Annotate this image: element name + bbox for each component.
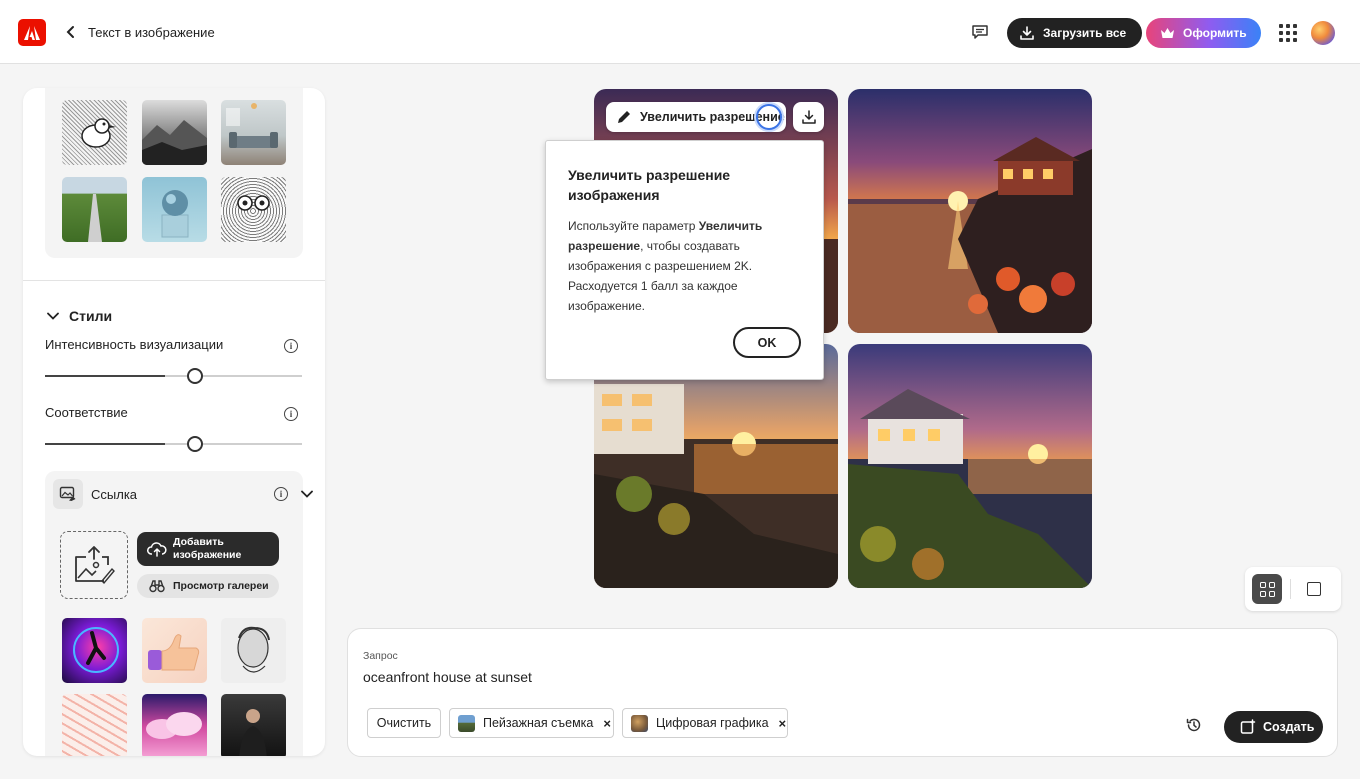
grid-view-icon[interactable] xyxy=(1252,574,1282,604)
browse-gallery-label: Просмотр галереи xyxy=(173,580,269,592)
generated-image-2[interactable] xyxy=(848,89,1092,333)
reference-thumbnail-pattern[interactable] xyxy=(62,694,127,756)
visual-intensity-label: Интенсивность визуализации xyxy=(45,337,224,352)
prompt-label: Запрос xyxy=(363,650,398,662)
style-chip-landscape[interactable]: Пейзажная съемка × xyxy=(449,708,614,738)
add-image-label-line1: Добавить xyxy=(173,536,224,549)
download-icon xyxy=(1020,26,1034,40)
info-icon[interactable]: i xyxy=(284,339,298,353)
chevron-down-icon[interactable] xyxy=(301,490,313,498)
generated-image-4[interactable] xyxy=(848,344,1092,588)
generate-button[interactable]: Создать xyxy=(1224,711,1323,743)
remove-chip-icon[interactable]: × xyxy=(779,716,787,731)
upscale-info-popover: Увеличить разрешение изображения Использ… xyxy=(545,140,824,380)
popover-title: Увеличить разрешение изображения xyxy=(568,167,731,203)
reference-icon xyxy=(53,479,83,509)
reference-thumbnail-portrait[interactable] xyxy=(221,694,286,756)
ok-button[interactable]: OK xyxy=(733,327,801,358)
thumbnail-bird-sketch[interactable] xyxy=(62,100,127,165)
generate-image-icon xyxy=(1240,719,1256,734)
pencil-icon xyxy=(618,111,630,123)
chip-thumbnail xyxy=(631,714,648,732)
app-header: Текст в изображение Загрузить все Оформи… xyxy=(0,0,1360,64)
remove-chip-icon[interactable]: × xyxy=(603,716,611,731)
view-toggle xyxy=(1245,567,1341,611)
popover-body: Используйте параметр Увеличить разрешени… xyxy=(568,216,801,316)
thumbnail-living-room[interactable] xyxy=(221,100,286,165)
back-chevron-icon[interactable] xyxy=(64,24,78,40)
upload-image-icon xyxy=(75,546,115,585)
chip-thumbnail xyxy=(458,714,475,732)
toggle-divider xyxy=(1290,579,1291,599)
chip-label: Цифровая графика xyxy=(656,716,769,730)
generated-image-3[interactable] xyxy=(594,344,838,588)
download-icon xyxy=(801,110,816,124)
panel-divider xyxy=(23,280,325,281)
crown-icon xyxy=(1161,28,1174,38)
reference-section: Ссылка i Добавить изображение Просмотр г… xyxy=(45,471,313,756)
thumbnail-owl-pattern[interactable] xyxy=(221,177,286,242)
adobe-logo-icon[interactable] xyxy=(18,19,46,46)
slider-fill xyxy=(45,375,165,377)
styles-title: Стили xyxy=(69,308,113,324)
clear-button[interactable]: Очистить xyxy=(367,708,441,738)
slider-handle[interactable] xyxy=(187,368,203,384)
prompt-input[interactable]: oceanfront house at sunset xyxy=(363,669,532,685)
upgrade-label: Оформить xyxy=(1183,26,1247,40)
feedback-icon[interactable] xyxy=(970,22,990,42)
slider-fill xyxy=(45,443,165,445)
avatar[interactable] xyxy=(1311,21,1335,45)
upgrade-button[interactable]: Оформить xyxy=(1146,18,1261,48)
thumbnail-3d-sphere[interactable] xyxy=(142,177,207,242)
settings-panel: Стили Интенсивность визуализации i Соотв… xyxy=(23,88,325,756)
download-all-label: Загрузить все xyxy=(1043,26,1127,40)
add-image-label-line2: изображение xyxy=(173,549,242,561)
apps-grid-icon[interactable] xyxy=(1279,24,1297,42)
info-icon[interactable]: i xyxy=(274,487,288,501)
history-icon[interactable] xyxy=(1186,717,1202,733)
reference-thumbnail-clouds[interactable] xyxy=(142,694,207,756)
cloud-upload-icon xyxy=(147,542,167,557)
prompt-bar: Запрос oceanfront house at sunset Очисти… xyxy=(347,628,1338,757)
match-slider[interactable] xyxy=(45,436,302,452)
info-icon[interactable]: i xyxy=(284,407,298,421)
reference-thumbnail-thumbs-up[interactable] xyxy=(142,618,207,683)
effects-thumbnails xyxy=(45,88,303,258)
browse-gallery-button[interactable]: Просмотр галереи xyxy=(137,574,279,598)
focus-indicator xyxy=(756,104,782,130)
reference-thumbnail-neon-figure[interactable] xyxy=(62,618,127,683)
thumbnail-field-road[interactable] xyxy=(62,177,127,242)
single-view-icon[interactable] xyxy=(1307,582,1321,596)
visual-intensity-slider[interactable] xyxy=(45,368,302,384)
chip-label: Пейзажная съемка xyxy=(483,716,594,730)
page-title: Текст в изображение xyxy=(88,25,215,40)
chevron-down-icon xyxy=(47,312,59,320)
styles-section-header[interactable]: Стили xyxy=(47,308,112,324)
download-all-button[interactable]: Загрузить все xyxy=(1007,18,1142,48)
slider-handle[interactable] xyxy=(187,436,203,452)
add-image-button[interactable]: Добавить изображение xyxy=(137,532,279,566)
popover-body-prefix: Используйте параметр xyxy=(568,219,699,233)
download-image-button[interactable] xyxy=(793,102,824,132)
generate-label: Создать xyxy=(1263,720,1315,734)
upload-dropzone[interactable] xyxy=(60,531,128,599)
match-label: Соответствие xyxy=(45,405,128,420)
style-chip-digital-art[interactable]: Цифровая графика × xyxy=(622,708,788,738)
thumbnail-mountains[interactable] xyxy=(142,100,207,165)
reference-title: Ссылка xyxy=(91,487,138,502)
binoculars-icon xyxy=(149,580,165,593)
reference-thumbnail-sculpture-sketch[interactable] xyxy=(221,618,286,683)
